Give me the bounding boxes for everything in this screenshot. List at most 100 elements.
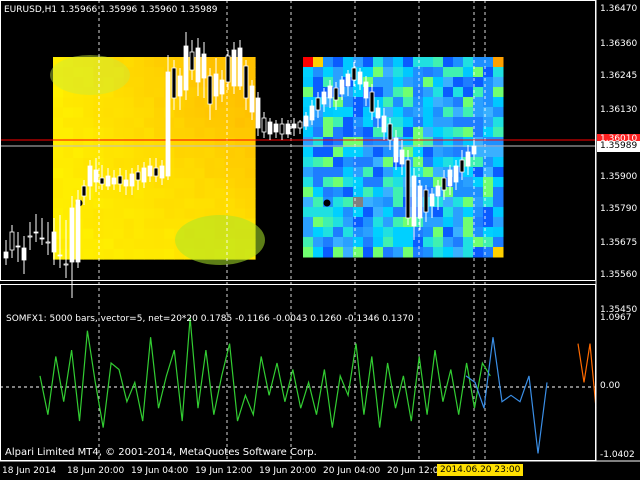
candle-body	[447, 169, 453, 187]
warm-map-cell	[244, 208, 256, 220]
cool-map-cell	[403, 107, 414, 118]
warm-map-cell	[174, 57, 185, 68]
warm-map-cell	[234, 117, 246, 129]
cool-map-cell	[463, 217, 474, 228]
cool-map-cell	[453, 107, 464, 118]
warm-map-cell	[204, 188, 216, 199]
warm-map-cell	[83, 228, 94, 240]
warm-map-cell	[184, 147, 195, 159]
cool-map-cell	[493, 177, 504, 188]
cool-map-cell	[413, 247, 424, 258]
cool-map-cell	[463, 107, 474, 118]
cool-map-cell	[453, 127, 464, 138]
cool-map-cell	[473, 247, 484, 258]
candle-body	[57, 254, 63, 257]
warm-map-cell	[123, 198, 135, 210]
warm-map-cell	[113, 238, 125, 250]
cool-map-cell	[443, 157, 454, 168]
warm-map-cell	[133, 127, 145, 139]
warm-map-cell	[133, 87, 145, 98]
warm-map-cell	[63, 97, 74, 109]
cool-map-cell	[333, 197, 344, 208]
warm-map-cell	[174, 188, 185, 199]
candle-body	[255, 97, 261, 129]
cool-map-cell	[313, 77, 324, 88]
warm-map-cell	[53, 198, 64, 210]
cool-map-cell	[403, 237, 414, 248]
candle-body	[81, 185, 87, 197]
candle-body	[321, 91, 327, 105]
cool-map-cell	[393, 127, 404, 138]
warm-map-cell	[154, 97, 165, 109]
warm-map-cell	[133, 97, 145, 109]
warm-map-cell	[63, 107, 74, 119]
candle-body	[435, 185, 441, 197]
cool-map-cell	[473, 227, 484, 238]
cool-map-cell	[413, 227, 424, 238]
cool-map-cell	[363, 187, 374, 198]
cool-map-cell	[493, 107, 504, 118]
cool-map-cell	[413, 127, 424, 138]
price-tick-label: 1.36360	[600, 39, 638, 49]
warm-map-cell	[133, 147, 145, 159]
cool-map-cell	[403, 117, 414, 128]
cool-map-cell	[363, 227, 374, 238]
cool-map-cell	[363, 67, 374, 78]
cool-map-cell	[423, 127, 434, 138]
candle-body	[345, 73, 351, 87]
chart-canvas[interactable]	[0, 0, 640, 480]
warm-map-cell	[234, 188, 246, 199]
candle-body	[339, 79, 345, 95]
candle-body	[99, 177, 105, 185]
candle-body	[411, 175, 417, 227]
warm-map-cell	[53, 107, 64, 119]
cool-map-cell	[383, 187, 394, 198]
warm-map-cell	[53, 127, 64, 139]
warm-map-cell	[234, 107, 246, 119]
cool-map-cell	[343, 147, 354, 158]
cool-map-cell	[313, 157, 324, 168]
cool-map-cell	[343, 167, 354, 178]
cool-map-cell	[313, 207, 324, 218]
cool-map-cell	[313, 167, 324, 178]
warm-map-cell	[103, 238, 115, 250]
cool-map-cell	[383, 237, 394, 248]
cool-map-cell	[373, 167, 384, 178]
cool-map-cell	[343, 107, 354, 118]
cool-map-cell	[463, 197, 474, 208]
warm-map-cell	[234, 198, 246, 210]
candle-body	[237, 47, 243, 87]
warm-map-cell	[194, 97, 206, 109]
cool-map-cell	[423, 97, 434, 108]
cool-map-cell	[453, 197, 464, 208]
cool-map-cell	[403, 127, 414, 138]
candle-body	[393, 137, 399, 163]
warm-map-cell	[123, 188, 135, 199]
cool-map-cell	[343, 177, 354, 188]
warm-map-cell	[234, 97, 246, 109]
cool-map-cell	[413, 97, 424, 108]
warm-map-cell	[244, 188, 256, 199]
cool-map-cell	[303, 207, 314, 218]
cool-map-cell	[433, 77, 444, 88]
warm-map-cell	[143, 137, 155, 149]
highlighted-time-label: 2014.06.20 23:00	[437, 464, 524, 476]
warm-map-cell	[204, 178, 216, 189]
cool-map-cell	[373, 227, 384, 238]
warm-map-cell	[143, 218, 155, 230]
warm-map-cell	[204, 127, 216, 139]
cool-map-cell	[383, 197, 394, 208]
warm-map-cell	[133, 77, 145, 88]
warm-map-cell	[143, 97, 155, 109]
warm-map-cell	[154, 218, 165, 230]
cool-map-cell	[323, 67, 334, 78]
candle-body	[267, 121, 273, 135]
warm-map-cell	[113, 248, 125, 260]
cool-map-cell	[423, 227, 434, 238]
cool-map-cell	[393, 97, 404, 108]
candle-body	[75, 199, 81, 263]
warm-map-cell	[123, 238, 135, 250]
warm-map-cell	[164, 228, 175, 240]
warm-map-cell	[224, 107, 236, 119]
cool-map-cell	[423, 67, 434, 78]
